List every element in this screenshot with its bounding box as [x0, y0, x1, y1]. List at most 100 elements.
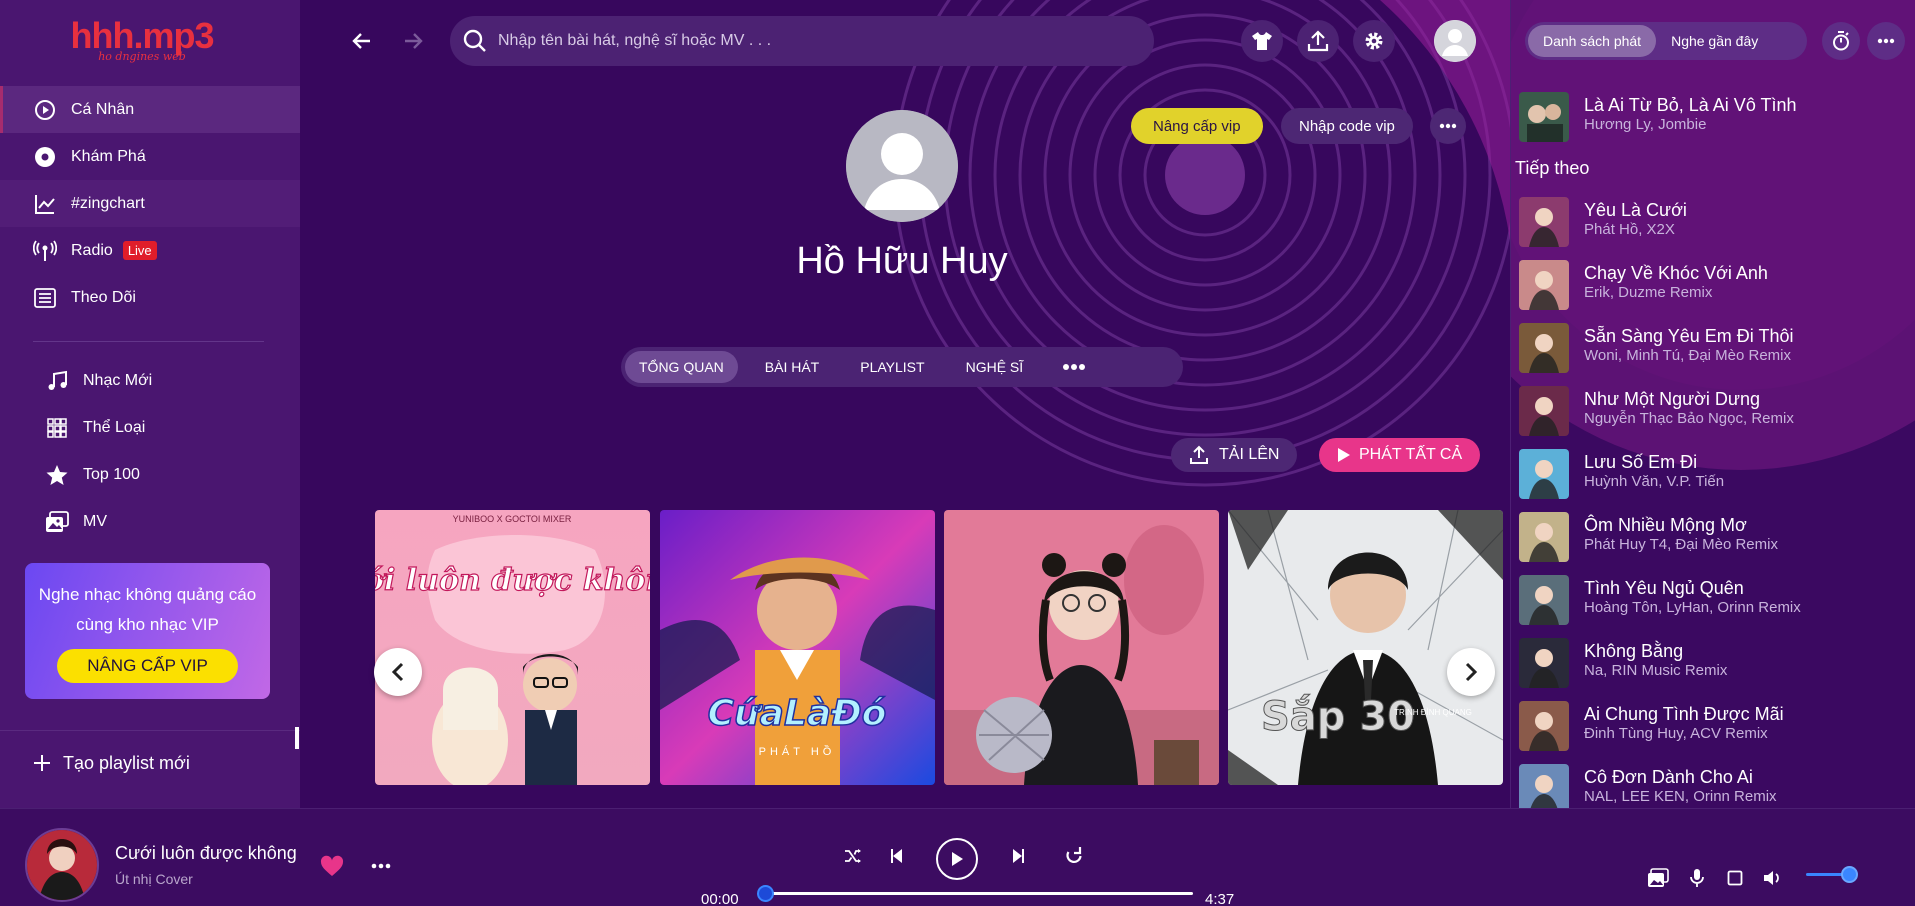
- song-artist: Phát Hồ, X2X: [1584, 221, 1675, 238]
- heart-icon[interactable]: [320, 855, 344, 877]
- upgrade-vip-button[interactable]: NÂNG CẤP VIP: [57, 649, 238, 683]
- song-title: Như Một Người Dưng: [1584, 389, 1761, 409]
- queue-list: Yêu Là Cưới Phát Hồ, X2X Chạy Về Khóc Với …: [1519, 197, 1801, 808]
- song-thumbnail: [1519, 764, 1569, 808]
- vip-promo-box: Nghe nhạc không quảng cáo cùng kho nhạc …: [25, 563, 270, 699]
- tab-nghe-si[interactable]: NGHỆ SĨ: [952, 351, 1038, 383]
- queue-item[interactable]: Sẵn Sàng Yêu Em Đi Thôi Woni, Minh Tú, Đạ…: [1519, 323, 1801, 386]
- queue-item[interactable]: Lưu Số Em Đi Huỳnh Văn, V.P. Tiến: [1519, 449, 1801, 512]
- search-input[interactable]: [498, 32, 1098, 50]
- tab-bai-hat[interactable]: BÀI HÁT: [751, 351, 833, 383]
- song-card[interactable]: CứaLàĐó PHÁT HỒ: [660, 510, 935, 785]
- queue-item[interactable]: Như Một Người Dưng Nguyễn Thạc Bảo Ngọc, …: [1519, 386, 1801, 449]
- tab-danh-sach-phat[interactable]: Danh sách phát: [1528, 25, 1657, 57]
- sidebar-item-top-100[interactable]: Top 100: [0, 451, 300, 498]
- player-song-title[interactable]: Cưới luôn được không: [115, 843, 297, 864]
- play-all-button[interactable]: PHÁT TẤT CẢ: [1319, 438, 1481, 472]
- list-icon: [33, 286, 57, 310]
- song-card[interactable]: YUNIBOO X GOCTOI MIXER Cưới luôn được kh…: [375, 510, 650, 785]
- next-icon[interactable]: [1003, 841, 1033, 871]
- thumbnail-figure: [1535, 712, 1553, 730]
- song-info: Không Bằng Na, RIN Music Remix: [1584, 638, 1727, 701]
- volume-handle[interactable]: [1840, 866, 1858, 883]
- live-badge: Live: [122, 241, 157, 260]
- sidebar-item-zingchart[interactable]: #zingchart: [0, 180, 300, 227]
- progress-bar[interactable]: [765, 892, 1193, 895]
- song-info: Chạy Về Khóc Với Anh Erik, Duzme Remix: [1584, 260, 1768, 323]
- song-thumbnail: [1519, 386, 1569, 436]
- tab-tong-quan[interactable]: TỔNG QUAN: [625, 351, 738, 383]
- previous-icon[interactable]: [882, 841, 912, 871]
- mini-player-icon[interactable]: [1722, 865, 1748, 891]
- song-title: Là Ai Từ Bỏ, Là Ai Vô Tình: [1584, 95, 1797, 115]
- song-thumbnail: [1519, 260, 1569, 310]
- card-title-text: Cưới luôn được không?: [375, 563, 650, 598]
- ellipsis-icon[interactable]: [370, 855, 392, 877]
- carousel-next-button[interactable]: [1447, 648, 1495, 696]
- volume-icon[interactable]: [1760, 865, 1786, 891]
- sidebar-item-the-loai[interactable]: Thể Loại: [0, 404, 300, 451]
- chevron-right-icon: [1464, 662, 1478, 682]
- back-arrow-icon[interactable]: [349, 28, 375, 54]
- song-card[interactable]: Sắp 30 TRỊNH ĐÌNH QUANG: [1228, 510, 1503, 785]
- upload-song-button[interactable]: TẢI LÊN: [1171, 438, 1298, 472]
- create-playlist-button[interactable]: Tạo playlist mới: [33, 748, 190, 778]
- queue-item[interactable]: Yêu Là Cưới Phát Hồ, X2X: [1519, 197, 1801, 260]
- sidebar-item-ca-nhan[interactable]: Cá Nhân: [0, 86, 300, 133]
- more-options-button[interactable]: [1430, 108, 1466, 144]
- play-pause-button[interactable]: [936, 838, 978, 880]
- carousel-prev-button[interactable]: [374, 648, 422, 696]
- queue-item[interactable]: Ôm Nhiều Mộng Mơ Phát Huy T4, Đại Mèo Rem…: [1519, 512, 1801, 575]
- gear-icon: [1363, 30, 1385, 52]
- song-thumbnail: [1519, 575, 1569, 625]
- next-up-heading: Tiếp theo: [1515, 158, 1590, 178]
- sidebar-item-label: Cá Nhân: [71, 100, 135, 118]
- logo[interactable]: hhh.mp3 ho dngines web: [62, 16, 222, 68]
- profile-avatar[interactable]: [846, 110, 958, 222]
- chevron-left-icon: [391, 662, 405, 682]
- song-artist: Hoàng Tôn, LyHan, Orinn Remix: [1584, 599, 1801, 616]
- sidebar-scrollbar[interactable]: [295, 727, 299, 749]
- radio-icon: [33, 239, 57, 263]
- sidebar-item-nhac-moi[interactable]: Nhạc Mới: [0, 357, 300, 404]
- tab-nghe-gan-day[interactable]: Nghe gần đây: [1656, 25, 1773, 57]
- play-circle-icon: [33, 98, 57, 122]
- shuffle-icon[interactable]: [838, 841, 868, 871]
- tab-playlist[interactable]: PLAYLIST: [846, 351, 938, 383]
- queue-item[interactable]: Không Bằng Na, RIN Music Remix: [1519, 638, 1801, 701]
- now-playing-item[interactable]: Là Ai Từ Bỏ, Là Ai Vô Tình Hương Ly, Jom…: [1519, 92, 1797, 142]
- tabs-more-button[interactable]: [1062, 364, 1086, 370]
- queue-item[interactable]: Chạy Về Khóc Với Anh Erik, Duzme Remix: [1519, 260, 1801, 323]
- sidebar-item-mv[interactable]: MV: [0, 498, 300, 545]
- microphone-icon[interactable]: [1684, 865, 1710, 891]
- sidebar-item-theo-doi[interactable]: Theo Dõi: [0, 274, 300, 321]
- theme-button[interactable]: [1241, 20, 1283, 62]
- song-title: Lưu Số Em Đi: [1584, 452, 1698, 472]
- card-sub-text: PHÁT HỒ: [759, 745, 836, 758]
- forward-arrow-icon[interactable]: [400, 28, 426, 54]
- queue-item[interactable]: Tình Yêu Ngủ Quên Hoàng Tôn, LyHan, Orinn…: [1519, 575, 1801, 638]
- song-card[interactable]: [944, 510, 1219, 785]
- queue-item[interactable]: Ai Chung Tình Được Mãi Đinh Tùng Huy, ACV…: [1519, 701, 1801, 764]
- song-artist: Phát Huy T4, Đại Mèo Remix: [1584, 536, 1778, 553]
- thumbnail-figure: [1535, 586, 1553, 604]
- song-info: Lưu Số Em Đi Huỳnh Văn, V.P. Tiến: [1584, 449, 1724, 512]
- timer-icon: [1832, 31, 1850, 51]
- upload-button[interactable]: [1297, 20, 1339, 62]
- sidebar-item-radio[interactable]: Radio Live: [0, 227, 300, 274]
- sidebar-item-kham-pha[interactable]: Khám Phá: [0, 133, 300, 180]
- settings-button[interactable]: [1353, 20, 1395, 62]
- upgrade-vip-button[interactable]: Nâng cấp vip: [1131, 108, 1263, 144]
- progress-handle[interactable]: [757, 885, 774, 902]
- panel-more-button[interactable]: [1867, 22, 1905, 60]
- timer-button[interactable]: [1822, 22, 1860, 60]
- player-song-artist[interactable]: Út nhị Cover: [115, 871, 193, 887]
- repeat-icon[interactable]: [1059, 841, 1089, 871]
- queue-item[interactable]: Cô Đơn Dành Cho Ai NAL, LEE KEN, Orinn Re…: [1519, 764, 1801, 808]
- album-cover-image: CứaLàĐó PHÁT HỒ: [660, 510, 935, 785]
- song-info: Sẵn Sàng Yêu Em Đi Thôi Woni, Minh Tú, Đạ…: [1584, 323, 1793, 386]
- enter-vip-code-button[interactable]: Nhập code vip: [1281, 108, 1413, 144]
- mv-icon[interactable]: [1645, 865, 1671, 891]
- user-avatar[interactable]: [1434, 20, 1476, 62]
- player-thumbnail[interactable]: [25, 828, 99, 902]
